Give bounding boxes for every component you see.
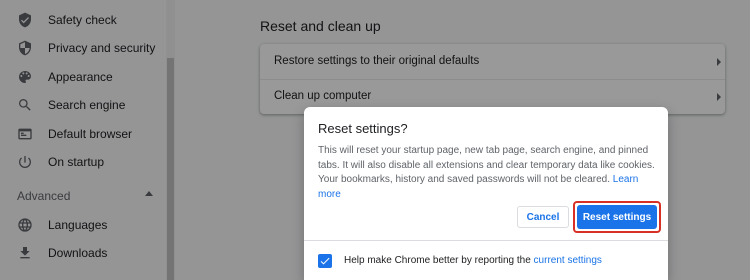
dialog-title: Reset settings? [318, 121, 408, 136]
dialog-body: This will reset your startup page, new t… [318, 144, 658, 202]
report-settings-label: Help make Chrome better by reporting the… [344, 255, 602, 266]
footer-text: Help make Chrome better by reporting the [344, 255, 531, 266]
cancel-button[interactable]: Cancel [517, 206, 569, 228]
dialog-body-text: This will reset your startup page, new t… [318, 145, 655, 185]
checkmark-icon [320, 257, 330, 265]
report-settings-checkbox[interactable] [318, 254, 332, 268]
reset-settings-dialog: Reset settings? This will reset your sta… [304, 107, 668, 280]
dialog-footer: Help make Chrome better by reporting the… [304, 240, 668, 280]
current-settings-link[interactable]: current settings [534, 255, 602, 266]
reset-settings-button[interactable]: Reset settings [577, 205, 657, 229]
